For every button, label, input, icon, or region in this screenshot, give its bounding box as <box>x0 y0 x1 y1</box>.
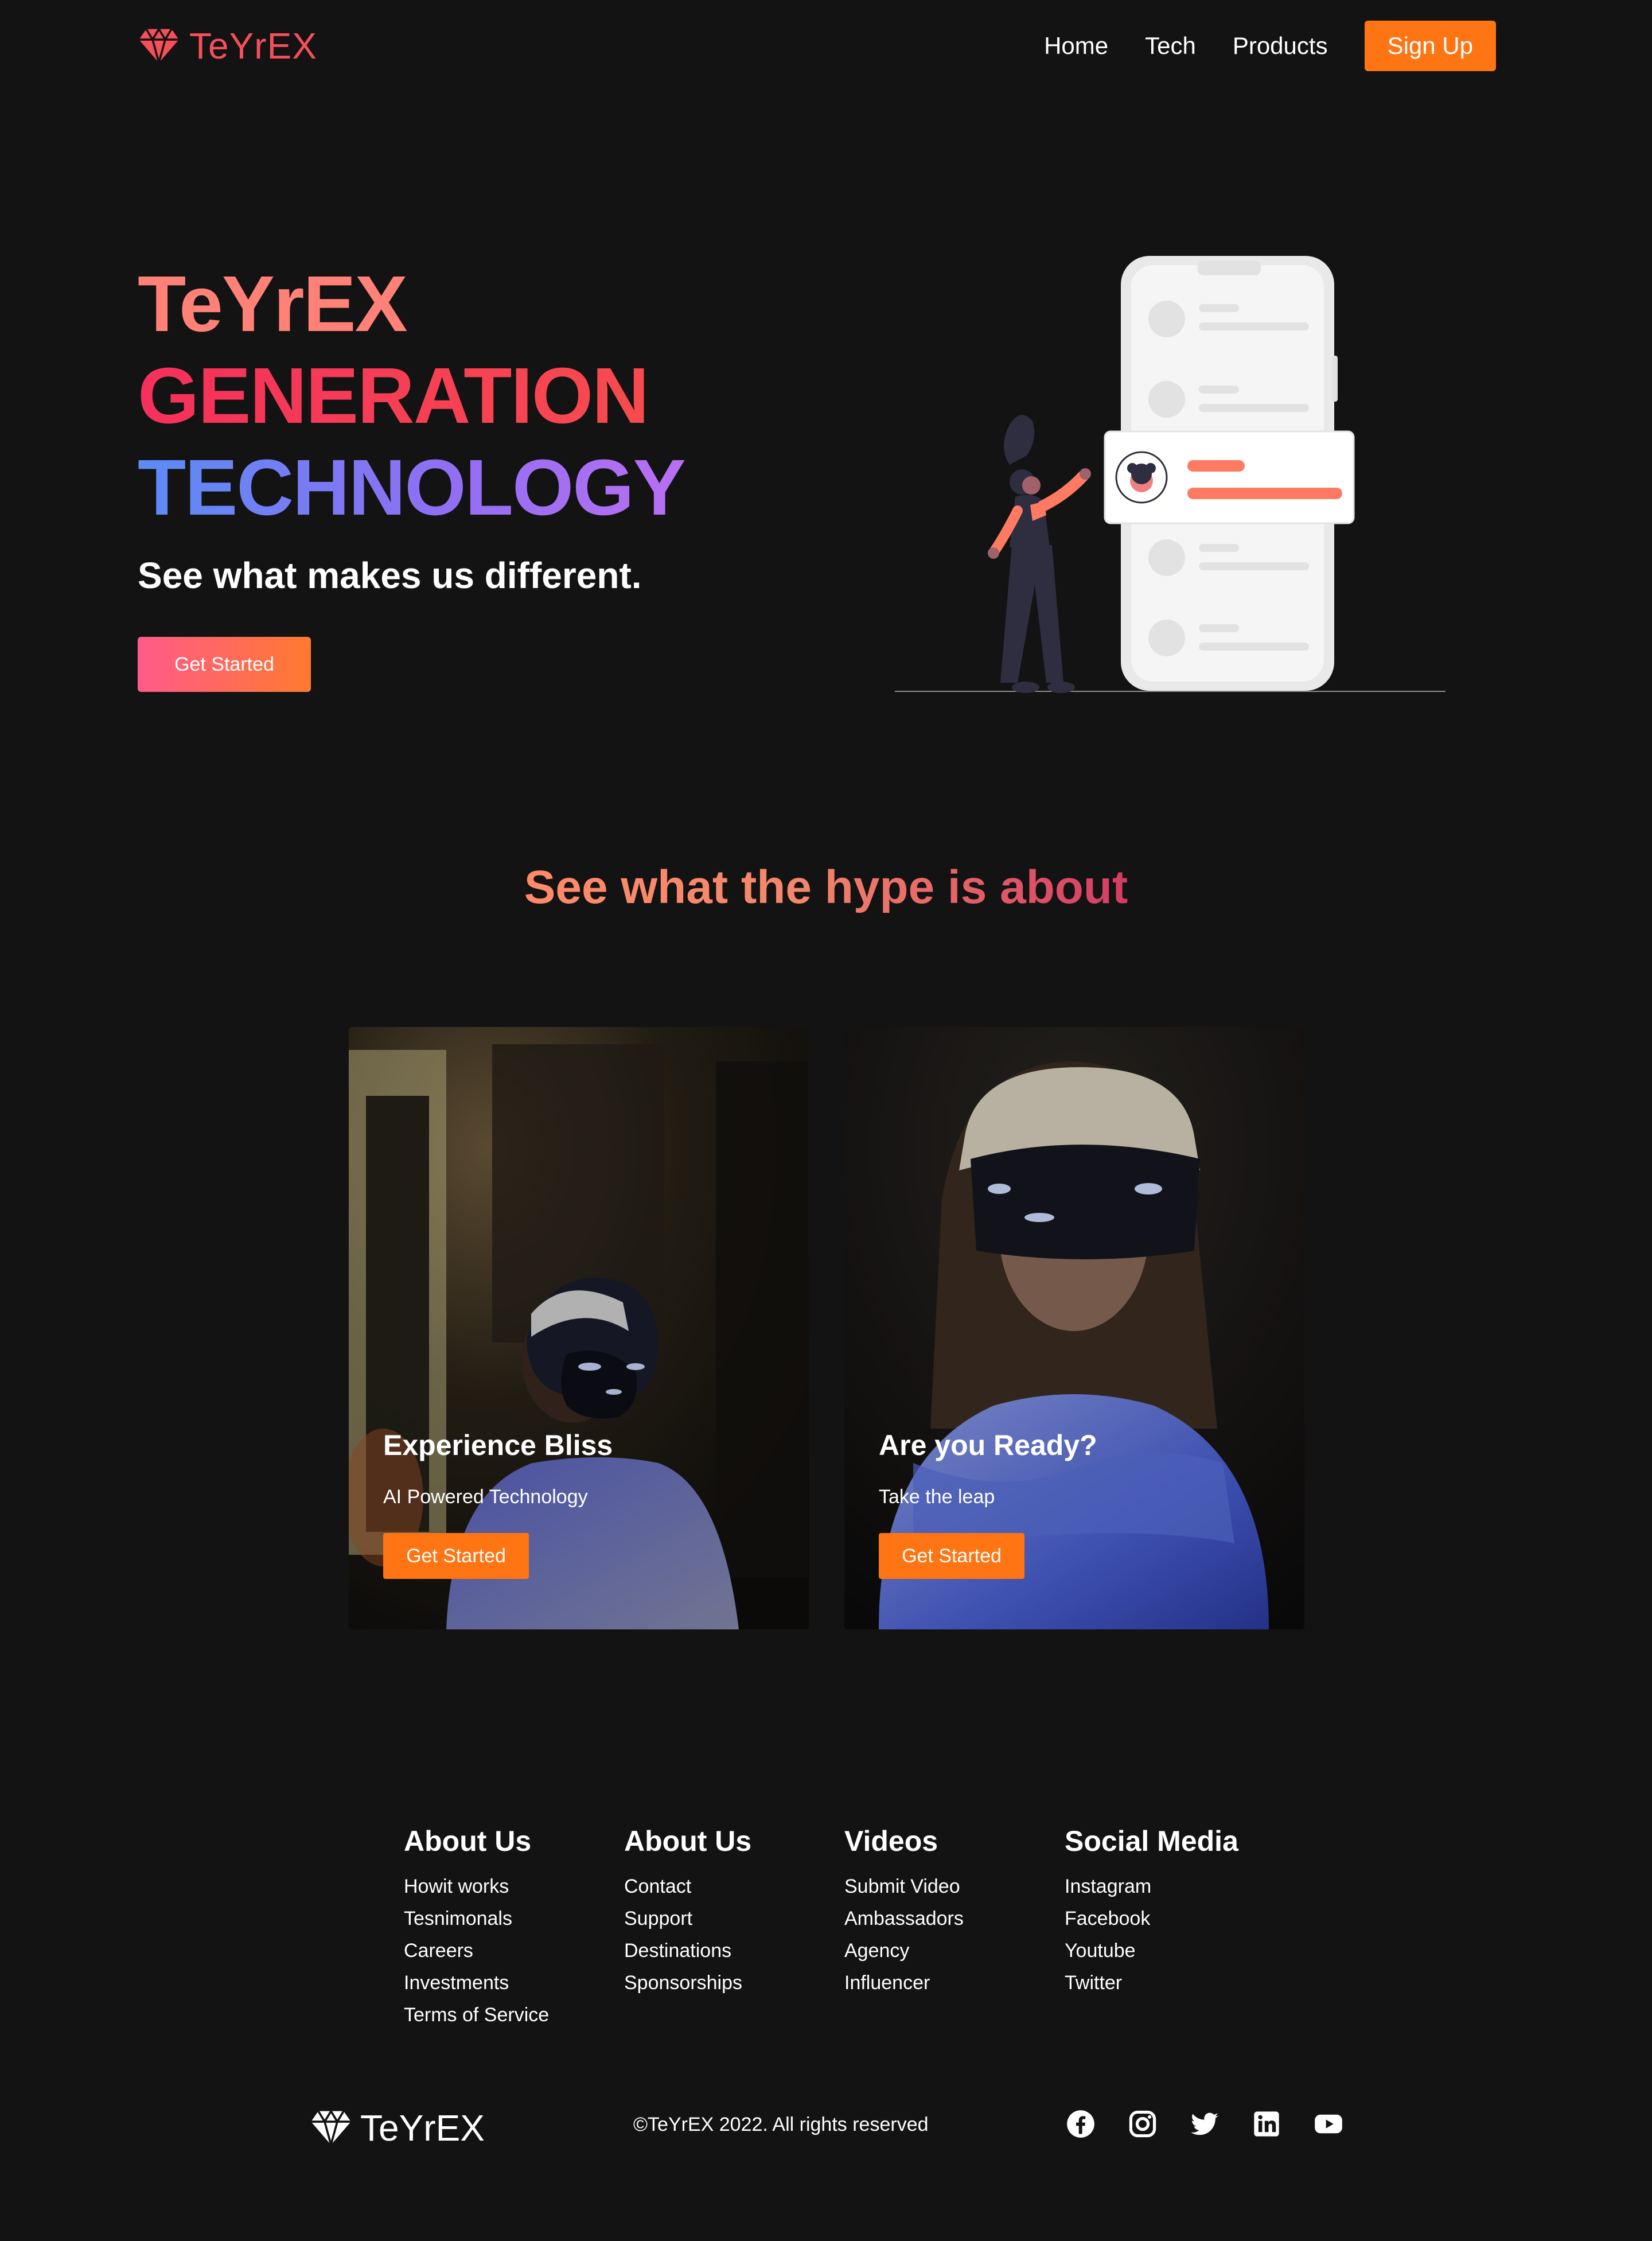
footer-column-about: About Us Howit works Tesnimonals Careers… <box>404 1824 624 2031</box>
diamond-icon <box>311 2109 351 2147</box>
footer-link[interactable]: Sponsorships <box>624 1967 844 1999</box>
footer-columns: About Us Howit works Tesnimonals Careers… <box>404 1824 1285 2031</box>
footer-link[interactable]: Terms of Service <box>404 1999 624 2031</box>
hero-title-line-2: GENERATION <box>138 350 685 442</box>
footer-column-videos: Videos Submit Video Ambassadors Agency I… <box>844 1824 1065 2031</box>
footer-link[interactable]: Facebook <box>1065 1902 1285 1935</box>
footer-link[interactable]: Submit Video <box>844 1870 1065 1902</box>
footer-brand-name: TeYrEX <box>360 2107 485 2149</box>
hero-illustration <box>895 256 1446 693</box>
hype-section-title: See what the hype is about <box>0 861 1652 915</box>
footer-link[interactable]: Contact <box>624 1870 844 1902</box>
footer-bottom-bar: TeYrEX ©TeYrEX 2022. All rights reserved <box>0 2100 1652 2151</box>
footer-link[interactable]: Destinations <box>624 1935 844 1967</box>
sign-up-button[interactable]: Sign Up <box>1364 21 1496 71</box>
nav-links: Home Tech Products Sign Up <box>1044 21 1496 71</box>
footer-link[interactable]: Twitter <box>1065 1967 1285 1999</box>
nav-link-home[interactable]: Home <box>1044 32 1108 60</box>
feature-card-ready: Are you Ready? Take the leap Get Started <box>844 1027 1304 1629</box>
top-nav: TeYrEX Home Tech Products Sign Up <box>0 0 1652 92</box>
footer-link[interactable]: Youtube <box>1065 1935 1285 1967</box>
card-subtitle: AI Powered Technology <box>383 1486 588 1508</box>
facebook-icon[interactable] <box>1065 2108 1097 2140</box>
footer-column-heading: About Us <box>404 1825 532 1857</box>
card-title: Experience Bliss <box>383 1429 613 1461</box>
footer-link[interactable]: Ambassadors <box>844 1902 1065 1935</box>
footer-link[interactable]: Howit works <box>404 1870 624 1902</box>
brand-name: TeYrEX <box>189 25 317 67</box>
hero-subtitle: See what makes us different. <box>138 555 642 596</box>
hero-get-started-button[interactable]: Get Started <box>138 637 311 692</box>
footer-link[interactable]: Careers <box>404 1935 624 1967</box>
footer-logo[interactable]: TeYrEX <box>310 2107 485 2149</box>
footer-link[interactable]: Instagram <box>1065 1870 1285 1902</box>
card-get-started-button[interactable]: Get Started <box>879 1533 1024 1579</box>
diamond-icon <box>139 27 179 65</box>
feature-card-experience: Experience Bliss AI Powered Technology G… <box>349 1027 809 1629</box>
nav-link-products[interactable]: Products <box>1233 32 1328 60</box>
footer-link[interactable]: Agency <box>844 1935 1065 1967</box>
instagram-icon[interactable] <box>1127 2108 1159 2140</box>
footer-link[interactable]: Investments <box>404 1967 624 1999</box>
footer-link[interactable]: Influencer <box>844 1967 1065 1999</box>
footer-column-social: Social Media Instagram Facebook Youtube … <box>1065 1824 1285 2031</box>
footer-column-about-2: About Us Contact Support Destinations Sp… <box>624 1824 844 2031</box>
brand-logo[interactable]: TeYrEX <box>138 25 317 67</box>
footer-column-heading: Social Media <box>1065 1825 1238 1857</box>
footer-column-heading: About Us <box>624 1825 752 1857</box>
youtube-icon[interactable] <box>1312 2108 1345 2140</box>
card-title: Are you Ready? <box>879 1429 1097 1461</box>
hero-title-line-1: TeYrEX <box>138 260 408 348</box>
footer-link[interactable]: Tesnimonals <box>404 1902 624 1935</box>
card-get-started-button[interactable]: Get Started <box>383 1533 529 1579</box>
footer-link[interactable]: Support <box>624 1902 844 1935</box>
twitter-icon[interactable] <box>1189 2108 1221 2140</box>
card-subtitle: Take the leap <box>879 1486 995 1508</box>
linkedin-icon[interactable] <box>1250 2108 1283 2140</box>
nav-link-tech[interactable]: Tech <box>1145 32 1196 60</box>
footer-column-heading: Videos <box>844 1825 938 1857</box>
hero-title-line-3: TECHNOLOGY <box>138 442 686 534</box>
hype-title-text: See what the hype is about <box>524 861 1128 913</box>
social-icons <box>1065 2108 1345 2140</box>
hero-title: TeYrEX GENERATION TECHNOLOGY <box>138 258 686 534</box>
copyright-text: ©TeYrEX 2022. All rights reserved <box>633 2114 929 2135</box>
